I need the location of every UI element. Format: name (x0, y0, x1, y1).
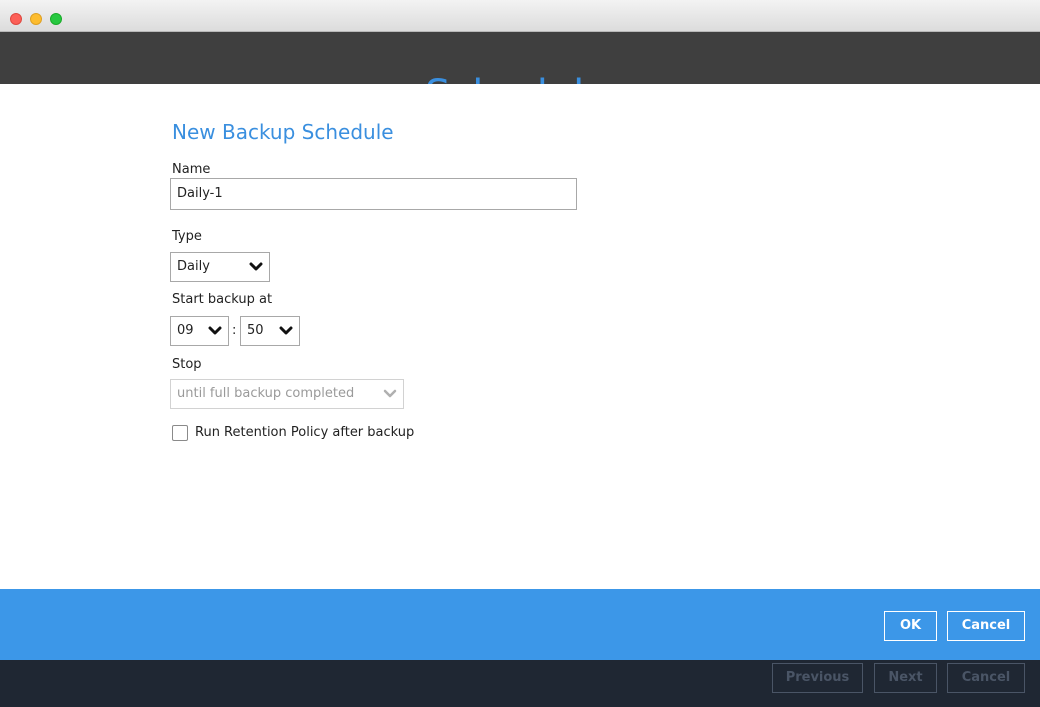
time-separator: : (232, 323, 237, 338)
dialog-action-bar: OK Cancel (0, 589, 1040, 660)
wizard-cancel-button[interactable]: Cancel (947, 663, 1025, 693)
dialog-title: New Backup Schedule (172, 120, 394, 144)
stop-label: Stop (172, 357, 202, 372)
type-select-value: Daily (177, 259, 210, 274)
type-label: Type (172, 229, 202, 244)
new-backup-schedule-dialog: New Backup Schedule Name Daily-1 Type Da… (0, 84, 1040, 589)
start-backup-label: Start backup at (172, 292, 273, 307)
retention-policy-label: Run Retention Policy after backup (195, 425, 415, 440)
start-hour-select[interactable]: 09 (170, 316, 229, 346)
ok-button[interactable]: OK (884, 611, 937, 641)
start-minute-select[interactable]: 50 (240, 316, 300, 346)
type-select[interactable]: Daily (170, 252, 270, 282)
cancel-button[interactable]: Cancel (947, 611, 1025, 641)
next-button[interactable]: Next (874, 663, 937, 693)
window-title-bar (0, 0, 1040, 32)
chevron-down-icon (208, 326, 222, 335)
chevron-down-icon (249, 262, 263, 271)
chevron-down-icon (383, 389, 397, 398)
close-window-button[interactable] (10, 13, 22, 25)
name-label: Name (172, 162, 211, 177)
background-page-title: Schedule (425, 72, 609, 84)
minimize-window-button[interactable] (30, 13, 42, 25)
chevron-down-icon (279, 326, 293, 335)
previous-button[interactable]: Previous (772, 663, 863, 693)
zoom-window-button[interactable] (50, 13, 62, 25)
start-minute-value: 50 (247, 323, 264, 338)
stop-select-value: until full backup completed (177, 386, 355, 401)
start-hour-value: 09 (177, 323, 194, 338)
name-input[interactable]: Daily-1 (170, 178, 577, 210)
retention-policy-checkbox[interactable] (172, 425, 188, 441)
background-header: Schedule (0, 32, 1040, 84)
stop-select[interactable]: until full backup completed (170, 379, 404, 409)
wizard-nav-bar: Previous Next Cancel (0, 660, 1040, 707)
